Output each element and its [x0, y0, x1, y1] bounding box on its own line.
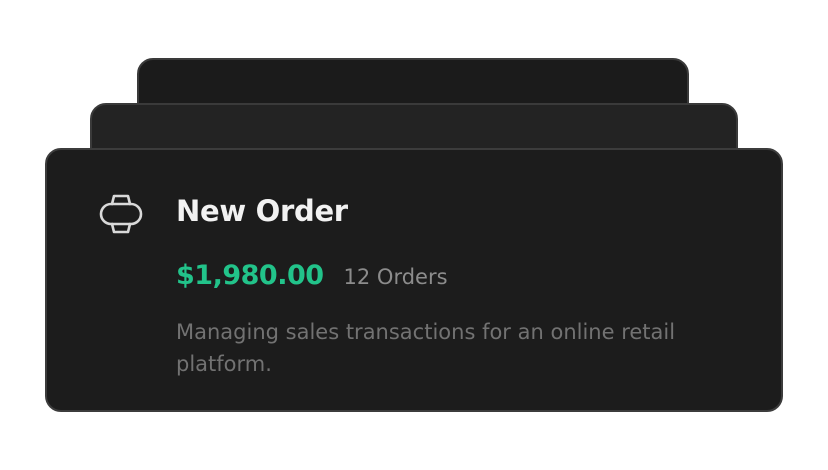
order-card-stack: New Order $1,980.00 12 Orders Managing s… [0, 0, 828, 470]
new-order-card[interactable]: New Order $1,980.00 12 Orders Managing s… [45, 148, 783, 412]
order-total: $1,980.00 [176, 260, 324, 291]
order-count: 12 Orders [343, 265, 448, 289]
price-row: $1,980.00 12 Orders [176, 260, 448, 291]
card-title: New Order [176, 194, 348, 228]
watch-icon [97, 190, 145, 238]
card-description: Managing sales transactions for an onlin… [176, 320, 676, 376]
